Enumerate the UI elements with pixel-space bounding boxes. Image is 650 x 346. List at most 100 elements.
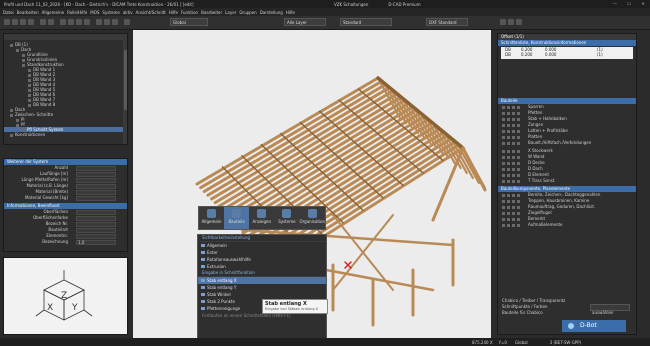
- layer-toggle-checkbox[interactable]: [512, 129, 515, 133]
- layer-toggle-checkbox[interactable]: [507, 111, 510, 115]
- layer-toggle-checkbox[interactable]: [512, 179, 515, 183]
- layer-toggle-checkbox[interactable]: [512, 135, 515, 139]
- layer-toggle-checkbox[interactable]: [507, 211, 510, 215]
- menu-item-rotation[interactable]: Rotationsauswahlhilfe: [198, 256, 326, 263]
- menu-item[interactable]: Ansicht/Schnitt: [136, 10, 166, 15]
- layer-toggle-checkbox[interactable]: [512, 111, 515, 115]
- prop-value-field[interactable]: [76, 195, 116, 201]
- layer-toggle-checkbox[interactable]: [512, 123, 515, 127]
- prop-value-field[interactable]: [76, 209, 116, 215]
- layer-toggle-checkbox[interactable]: [507, 161, 510, 165]
- menu-item-extrusion[interactable]: Extrusion: [198, 263, 326, 270]
- menu-item[interactable]: Hilfe: [286, 10, 295, 15]
- layer-toggle-checkbox[interactable]: [502, 205, 505, 209]
- layer-toggle-checkbox[interactable]: [502, 193, 505, 197]
- layer-toggle-checkbox[interactable]: [502, 161, 505, 165]
- layer-toggle-checkbox[interactable]: [517, 141, 520, 145]
- component-row[interactable]: Bauelt./Hilfsfach./Verbindungen: [498, 140, 636, 146]
- layer-toggle-checkbox[interactable]: [512, 205, 515, 209]
- layer-toggle-checkbox[interactable]: [517, 161, 520, 165]
- layer-toggle-checkbox[interactable]: [512, 223, 515, 227]
- open-file-icon[interactable]: [12, 19, 18, 25]
- menu-item[interactable]: Systeme: [102, 10, 119, 15]
- layer-toggle-checkbox[interactable]: [507, 193, 510, 197]
- tree-scroll-thumb[interactable]: [123, 50, 127, 110]
- tree-item[interactable]: Konstruktionen: [4, 132, 127, 137]
- layer-toggle-checkbox[interactable]: [502, 123, 505, 127]
- save-icon[interactable]: [20, 19, 26, 25]
- layer-toggle-checkbox[interactable]: [507, 199, 510, 203]
- view-3d-icon[interactable]: [112, 19, 118, 25]
- layer-toggle-checkbox[interactable]: [512, 217, 515, 221]
- prop-value-field[interactable]: [76, 183, 116, 189]
- layer-icon[interactable]: [124, 19, 130, 25]
- layer-toggle-checkbox[interactable]: [517, 117, 520, 121]
- layer-toggle-checkbox[interactable]: [512, 161, 515, 165]
- layer-toggle-checkbox[interactable]: [507, 135, 510, 139]
- layer-toggle-checkbox[interactable]: [507, 223, 510, 227]
- layer-toggle-checkbox[interactable]: [502, 141, 505, 145]
- layer-toggle-checkbox[interactable]: [507, 149, 510, 153]
- menu-item[interactable]: Bearbeiten: [17, 10, 39, 15]
- menu-item-enter[interactable]: Enter: [198, 249, 326, 256]
- layer-toggle-checkbox[interactable]: [502, 111, 505, 115]
- layer-toggle-checkbox[interactable]: [512, 105, 515, 109]
- info-icon[interactable]: [516, 19, 522, 25]
- tab-anzeigen[interactable]: Anzeigen: [249, 207, 274, 229]
- layer-toggle-checkbox[interactable]: [507, 217, 510, 221]
- tab-bauteile[interactable]: Bauteile: [224, 207, 250, 229]
- visibility-checkbox[interactable]: [10, 133, 13, 137]
- undo-icon[interactable]: [40, 19, 46, 25]
- layer-toggle-checkbox[interactable]: [512, 211, 515, 215]
- view-row[interactable]: T Trass Sonst.: [498, 178, 636, 184]
- tab-organisation[interactable]: Organisation: [299, 207, 325, 229]
- layer-toggle-checkbox[interactable]: [517, 205, 520, 209]
- menu-item-stab-winkel[interactable]: Stab Winkel: [198, 291, 326, 298]
- layer-toggle-checkbox[interactable]: [517, 193, 520, 197]
- layer-toggle-checkbox[interactable]: [507, 141, 510, 145]
- prop-value-field[interactable]: [76, 189, 116, 195]
- layer-toggle-checkbox[interactable]: [502, 135, 505, 139]
- prop-value-field[interactable]: 1,0: [76, 239, 116, 245]
- layer-toggle-checkbox[interactable]: [512, 117, 515, 121]
- layer-toggle-checkbox[interactable]: [517, 217, 520, 221]
- settings-icon[interactable]: [500, 19, 506, 25]
- layer-toggle-checkbox[interactable]: [517, 149, 520, 153]
- menu-item[interactable]: Layer: [225, 10, 236, 15]
- menu-item[interactable]: Rolle/Hilfe: [67, 10, 87, 15]
- layer-toggle-checkbox[interactable]: [502, 211, 505, 215]
- menu-item-stab-x[interactable]: Stab entlang X: [198, 277, 326, 284]
- layer-toggle-checkbox[interactable]: [517, 135, 520, 139]
- layer-toggle-checkbox[interactable]: [512, 173, 515, 177]
- tree-scrollbar[interactable]: [123, 40, 127, 144]
- layer-toggle-checkbox[interactable]: [517, 123, 520, 127]
- layer-toggle-checkbox[interactable]: [517, 167, 520, 171]
- zoom-icon[interactable]: [96, 19, 102, 25]
- layer-toggle-checkbox[interactable]: [512, 167, 515, 171]
- tab-allgemein[interactable]: Allgemein: [199, 207, 224, 229]
- layer-toggle-checkbox[interactable]: [502, 223, 505, 227]
- layer-toggle-checkbox[interactable]: [512, 149, 515, 153]
- layer-toggle-checkbox[interactable]: [502, 199, 505, 203]
- help-icon[interactable]: [508, 19, 514, 25]
- menu-item[interactable]: aktiv: [123, 10, 133, 15]
- prop-value-field[interactable]: [76, 233, 116, 239]
- layer-toggle-checkbox[interactable]: [517, 173, 520, 177]
- layer-toggle-checkbox[interactable]: [502, 105, 505, 109]
- grid-row[interactable]: DB 0.200 0.000 (1): [501, 52, 633, 57]
- layer-toggle-checkbox[interactable]: [502, 129, 505, 133]
- layer-toggle-checkbox[interactable]: [517, 111, 520, 115]
- layer-toggle-checkbox[interactable]: [512, 155, 515, 159]
- prop-value-field[interactable]: [76, 177, 116, 183]
- layer-toggle-checkbox[interactable]: [502, 155, 505, 159]
- layer-toggle-checkbox[interactable]: [502, 149, 505, 153]
- menu-item[interactable]: Allgemeine: [42, 10, 64, 15]
- layer-toggle-checkbox[interactable]: [507, 173, 510, 177]
- layer-select[interactable]: Alle Layer: [284, 18, 326, 26]
- layer-toggle-checkbox[interactable]: [507, 105, 510, 109]
- rotate-icon[interactable]: [76, 19, 82, 25]
- print-icon[interactable]: [28, 19, 34, 25]
- layer-toggle-checkbox[interactable]: [517, 129, 520, 133]
- menu-item[interactable]: Darstellung: [260, 10, 283, 15]
- redo-icon[interactable]: [48, 19, 54, 25]
